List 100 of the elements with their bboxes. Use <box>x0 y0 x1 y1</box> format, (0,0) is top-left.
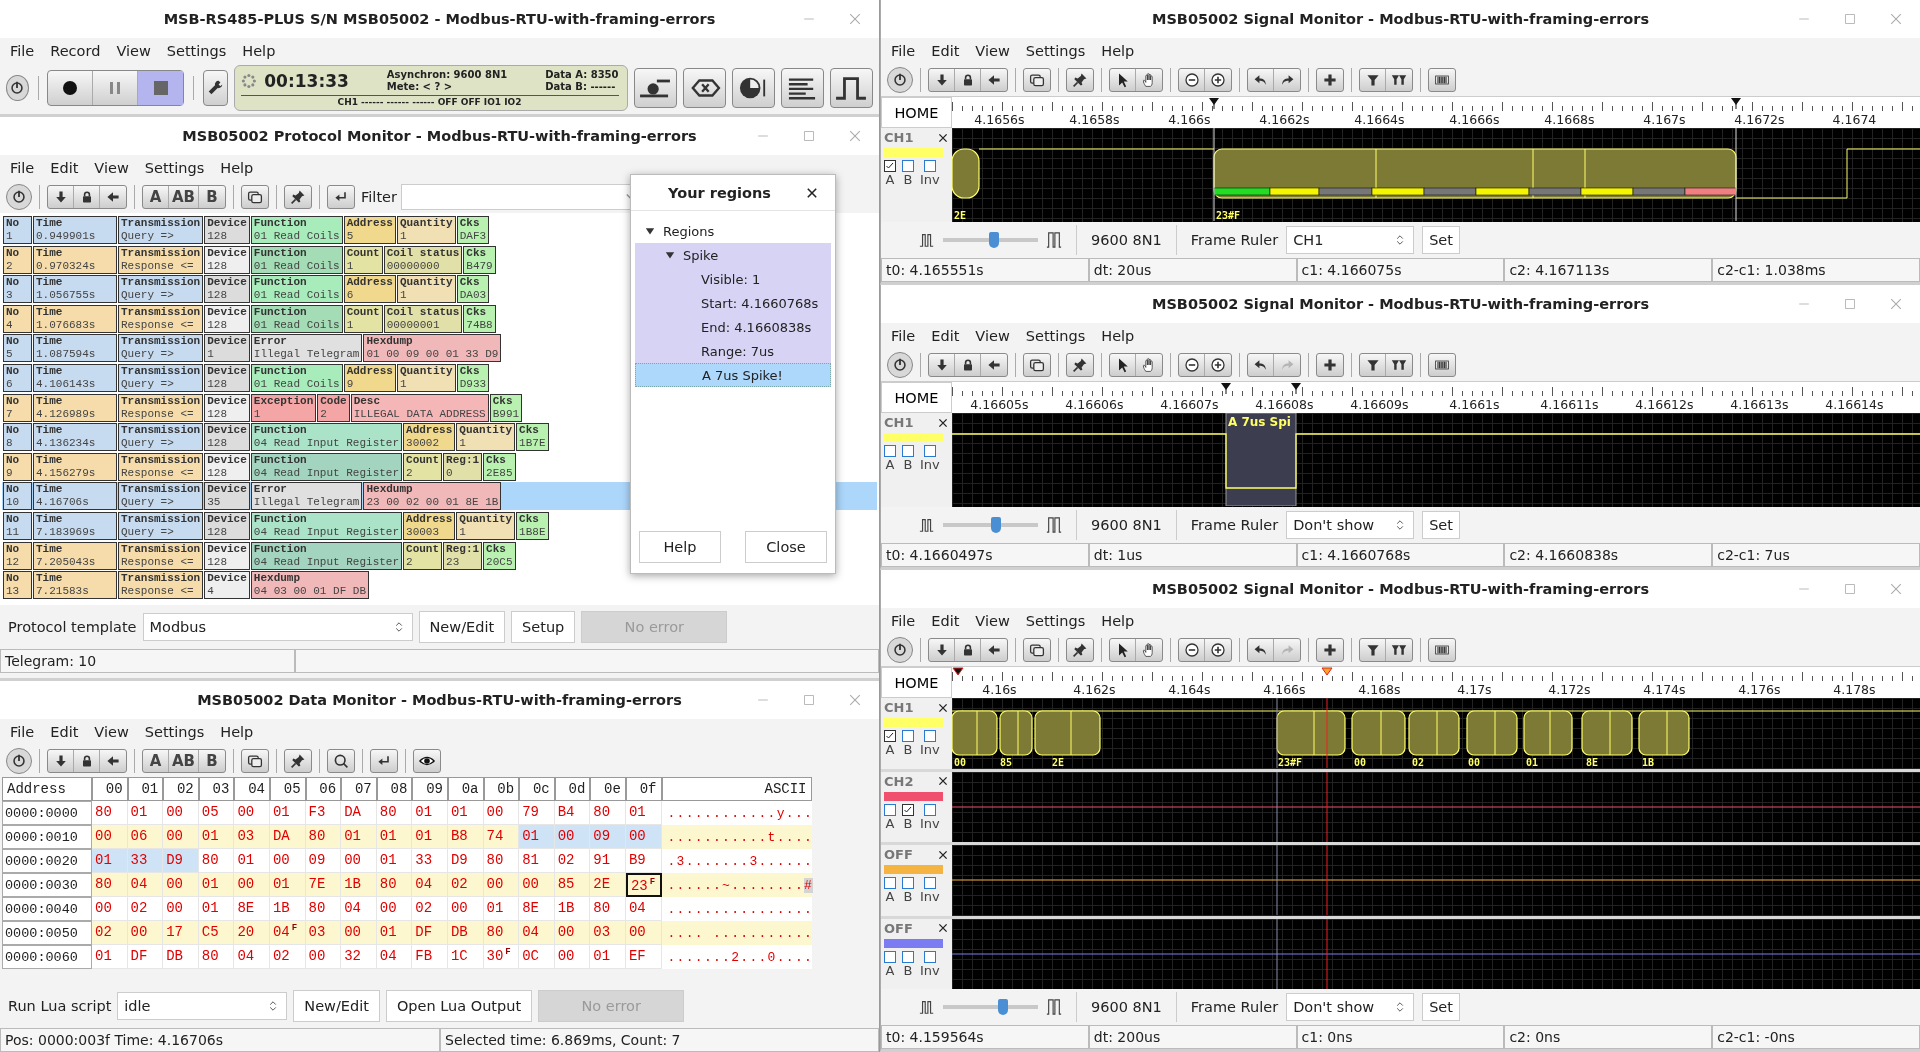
menu-item[interactable]: Edit <box>42 160 87 176</box>
hex-cell[interactable]: 00 <box>163 825 199 849</box>
menu-item[interactable]: View <box>967 328 1018 344</box>
hex-cell[interactable]: 00 <box>341 921 377 945</box>
hex-cell[interactable]: 00 <box>519 873 555 897</box>
hex-cell[interactable]: 1C <box>447 945 484 969</box>
hex-cell[interactable]: DF <box>127 945 164 969</box>
tree-item[interactable]: Range: 7us <box>635 339 831 363</box>
hex-cell[interactable]: 00 <box>554 945 591 969</box>
telegram-row[interactable]: No 12 Time 7.205043s Transmission Response <= Device 128 Function 04 Read Input Register Count 2 Reg:1 23 Cks 20C5 <box>2 541 517 570</box>
power-button[interactable] <box>6 748 32 774</box>
power-button[interactable] <box>6 184 32 210</box>
telegram-row[interactable]: No 1 Time 0.949901s Transmission Query => Device 128 Function 01 Read Coils Address 5 Quantity 1 Cks DAF3 <box>2 216 491 244</box>
hex-cell[interactable]: 01 <box>341 825 377 849</box>
settings-button[interactable] <box>203 70 228 106</box>
menu-item[interactable]: View <box>967 43 1018 59</box>
checkbox[interactable] <box>884 160 896 172</box>
checkbox[interactable] <box>923 160 936 172</box>
hex-cell[interactable]: 00 <box>625 825 662 849</box>
checkbox[interactable] <box>923 730 936 742</box>
close-icon[interactable] <box>936 775 949 787</box>
dropdown[interactable]: CH1 <box>1286 226 1415 254</box>
checkbox[interactable] <box>923 803 936 816</box>
checkbox[interactable] <box>884 445 896 457</box>
hex-cell[interactable]: 30$^{F}$ <box>483 945 520 969</box>
cursor-marker-icon[interactable] <box>1320 667 1333 676</box>
hex-cell[interactable]: 02 <box>447 873 484 897</box>
hex-cell[interactable]: 80 <box>305 825 342 849</box>
hex-cell[interactable]: 04$^{F}$ <box>269 921 306 945</box>
hex-cell[interactable]: 01 <box>92 849 128 873</box>
checkbox[interactable] <box>884 803 896 816</box>
checkbox[interactable] <box>884 730 896 742</box>
close-icon[interactable] <box>936 701 949 714</box>
hex-cell[interactable]: 00 <box>234 873 270 897</box>
tree-item[interactable]: A 7us Spike! <box>635 363 831 387</box>
checkbox[interactable] <box>923 877 936 889</box>
cursor-marker-icon[interactable] <box>1219 382 1232 394</box>
hex-cell[interactable]: 06 <box>127 825 164 849</box>
close-icon[interactable] <box>936 922 949 934</box>
toolbar-button[interactable] <box>731 68 775 108</box>
toolbar-button[interactable] <box>780 68 824 108</box>
hex-cell[interactable]: 00 <box>483 873 520 897</box>
menu-item[interactable]: View <box>86 724 137 740</box>
hex-cell[interactable]: B8 <box>447 825 484 849</box>
hex-cell[interactable]: 04 <box>127 873 164 897</box>
menu-item[interactable]: Help <box>1093 43 1143 59</box>
menu-item[interactable]: File <box>2 43 43 59</box>
close-icon[interactable] <box>805 185 819 200</box>
menu-item[interactable]: Help <box>1093 328 1143 344</box>
hex-cell[interactable]: 00 <box>554 825 591 849</box>
telegram-row[interactable]: No 11 Time 7.183969s Transmission Query => Device 128 Function 04 Read Input Register Address 30003 Quantity 1 Cks 1B8E <box>2 511 550 540</box>
hex-cell[interactable]: 01 <box>198 825 235 849</box>
set-button[interactable]: Set <box>1422 993 1460 1021</box>
menu-item[interactable]: Help <box>212 724 262 740</box>
button[interactable]: New/Edit <box>418 611 506 643</box>
view-button[interactable]: B <box>199 186 226 208</box>
hex-cell[interactable]: DB <box>163 945 199 969</box>
cursor-marker-icon[interactable] <box>1729 97 1742 109</box>
dropdown[interactable]: Don't show <box>1286 993 1415 1021</box>
telegram-row[interactable]: No 7 Time 4.126989s Transmission Response <= Device 128 Exception 1 Code 2 Desc ILLEGAL DATA ADDRESS Cks B991 <box>2 393 524 422</box>
hex-cell[interactable]: 85 <box>554 873 591 897</box>
checkbox[interactable] <box>902 730 914 742</box>
button[interactable]: Close <box>745 531 827 563</box>
hex-cell[interactable]: 17 <box>163 921 199 945</box>
menu-item[interactable]: Settings <box>158 43 235 59</box>
menu-item[interactable]: File <box>883 43 924 59</box>
menu-item[interactable]: Record <box>42 43 109 59</box>
button[interactable]: Setup <box>511 611 576 643</box>
menu-item[interactable]: Edit <box>42 724 87 740</box>
hex-cell[interactable]: 7E <box>305 873 342 897</box>
cursor-marker-icon[interactable] <box>1289 382 1302 394</box>
hex-cell[interactable]: 74 <box>483 825 520 849</box>
set-button[interactable]: Set <box>1422 226 1460 254</box>
button[interactable]: New/Edit <box>293 990 380 1022</box>
power-button[interactable] <box>887 352 913 378</box>
menu-item[interactable]: View <box>86 160 137 176</box>
menu-item[interactable]: Edit <box>923 328 968 344</box>
tree-item[interactable]: Regions <box>635 219 831 243</box>
telegram-row[interactable]: No 13 Time 7.21583s Transmission Response <= Device 4 Hexdump 04 03 00 01 DF DB <box>2 571 371 600</box>
stop-button[interactable] <box>138 71 184 105</box>
toolbar-button[interactable] <box>633 68 677 108</box>
hex-cell[interactable]: 01 <box>590 945 626 969</box>
hex-cell[interactable]: FB <box>412 945 448 969</box>
tree-item[interactable]: Start: 4.1660768s <box>635 291 831 315</box>
hex-cell[interactable]: 01 <box>412 825 448 849</box>
menu-item[interactable]: View <box>967 613 1018 629</box>
hex-cell[interactable]: 32 <box>341 945 377 969</box>
menu-item[interactable]: Settings <box>1017 613 1094 629</box>
hex-cell[interactable]: 09 <box>590 825 626 849</box>
hex-cell[interactable]: 00 <box>127 921 164 945</box>
home-button[interactable]: HOME <box>881 667 952 698</box>
home-button[interactable]: HOME <box>881 97 952 128</box>
hex-cell[interactable]: 00 <box>305 945 342 969</box>
hex-cell[interactable]: 04 <box>412 873 448 897</box>
set-button[interactable]: Set <box>1422 511 1460 539</box>
hex-cell[interactable]: 04 <box>234 945 270 969</box>
hex-cell[interactable]: D9 <box>163 849 199 873</box>
telegram-row[interactable]: No 4 Time 1.076683s Transmission Response <= Device 128 Function 01 Read Coils Count 1 Coil status 00000001 Cks 74B8 <box>2 304 497 333</box>
hex-cell[interactable]: 01 <box>376 825 413 849</box>
power-button[interactable] <box>887 637 913 663</box>
